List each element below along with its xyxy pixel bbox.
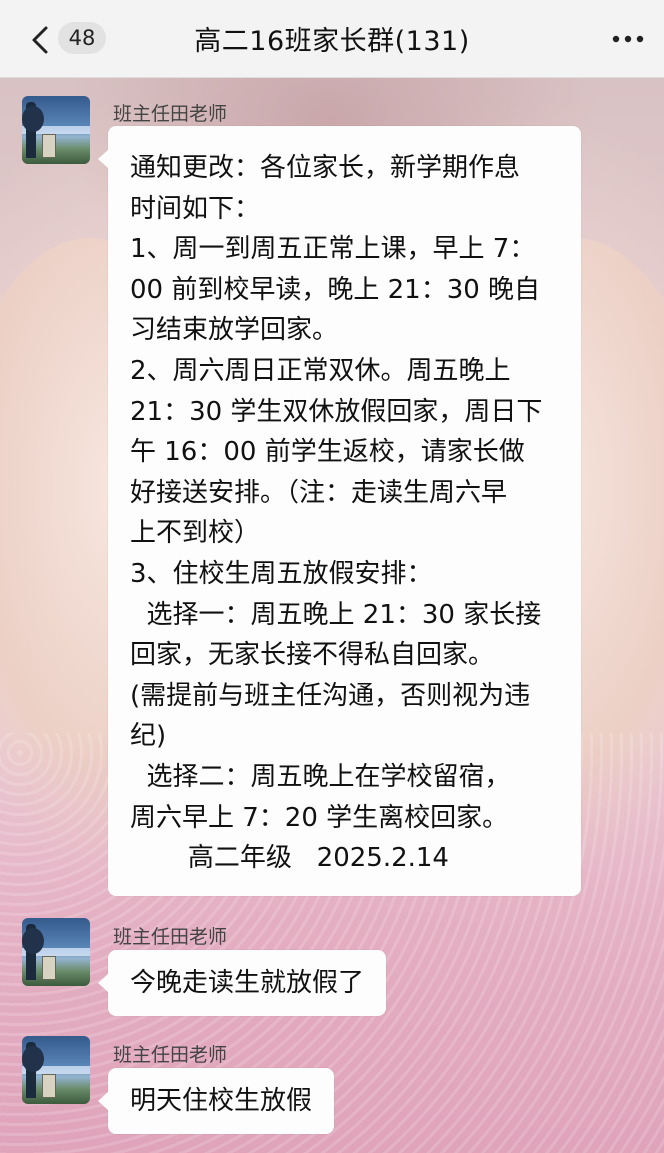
message-line: 午 16：00 前学生返校，请家长做 bbox=[130, 437, 525, 468]
chat-header: 48 高二16班家长群(131) bbox=[0, 0, 664, 78]
message-bubble[interactable]: 通知更改：各位家长，新学期作息 时间如下： 1、周一到周五正常上课，早上 7： … bbox=[98, 126, 581, 896]
more-dots-icon bbox=[612, 35, 644, 43]
message-line: 21：30 学生双休放假回家，周日下 bbox=[130, 396, 543, 427]
avatar[interactable] bbox=[22, 1036, 90, 1104]
sender-name: 班主任田老师 bbox=[113, 926, 228, 948]
message-line: 回家，无家长接不得私自回家。 bbox=[130, 640, 495, 671]
more-button[interactable] bbox=[610, 24, 646, 54]
message-line: 高二年级 2025.2.14 bbox=[130, 843, 449, 874]
message-line: 上不到校） bbox=[130, 518, 261, 549]
avatar[interactable] bbox=[22, 96, 90, 164]
message-line: 时间如下： bbox=[130, 193, 261, 224]
message-line: 2、周六周日正常双休。周五晚上 bbox=[130, 355, 511, 386]
message-bubble[interactable]: 明天住校生放假 bbox=[97, 1068, 335, 1134]
message-line: 3、住校生周五放假安排： bbox=[130, 558, 433, 589]
message-line: 周六早上 7：20 学生离校回家。 bbox=[130, 802, 509, 833]
message-line: 1、周一到周五正常上课，早上 7： bbox=[130, 234, 536, 265]
message-line: 纪) bbox=[130, 721, 167, 752]
back-button[interactable] bbox=[22, 22, 58, 58]
message-line: 好接送安排。（注：走读生周六早 bbox=[130, 477, 508, 508]
chat-title: 高二16班家长群(131) bbox=[194, 26, 470, 57]
message-line: 通知更改：各位家长，新学期作息 bbox=[130, 153, 521, 183]
message-line: 选择二：周五晚上在学校留宿， bbox=[130, 761, 511, 792]
message-line: 选择一：周五晚上 21：30 家长接 bbox=[130, 599, 542, 630]
sender-name: 班主任田老师 bbox=[113, 1044, 228, 1066]
avatar[interactable] bbox=[22, 918, 90, 986]
message-line: (需提前与班主任沟通，否则视为违 bbox=[130, 680, 531, 711]
chevron-left-icon bbox=[32, 26, 48, 54]
unread-count-badge[interactable]: 48 bbox=[58, 22, 106, 54]
message-bubble[interactable]: 今晚走读生就放假了 bbox=[97, 950, 387, 1016]
message-line: 00 前到校早读，晚上 21：30 晚自 bbox=[130, 274, 541, 305]
message-line: 习结束放学回家。 bbox=[130, 315, 339, 346]
sender-name: 班主任田老师 bbox=[113, 103, 228, 125]
